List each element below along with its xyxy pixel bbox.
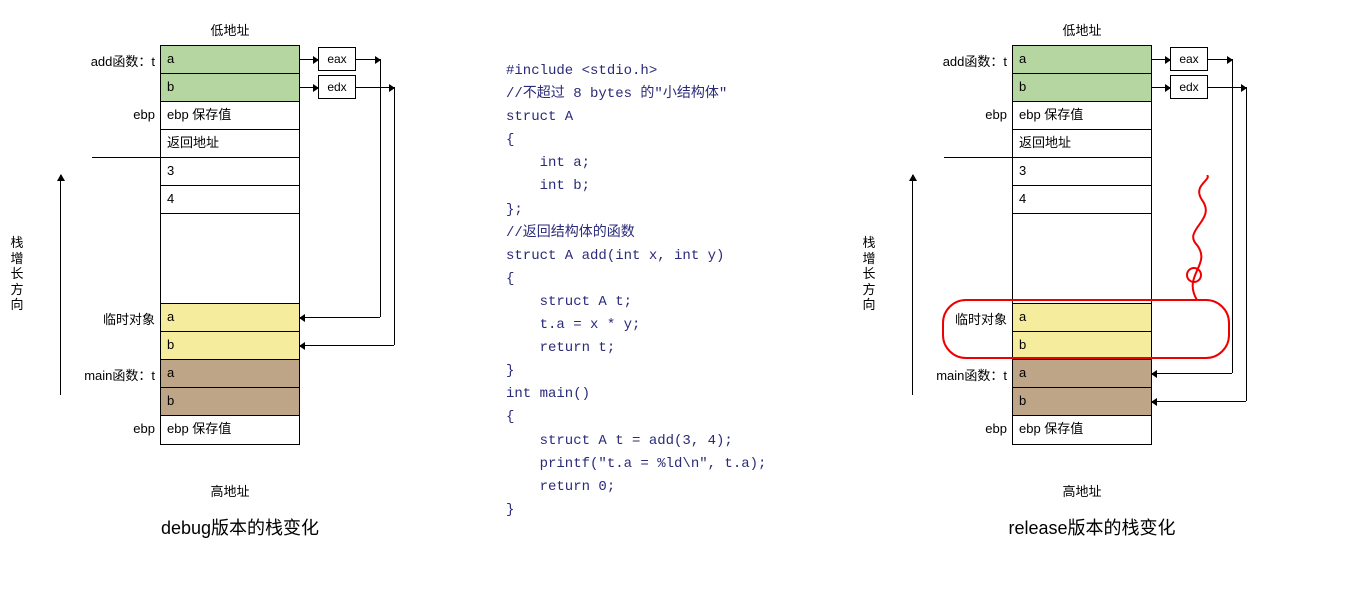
line-eax-top [356, 59, 380, 60]
arrow-edx-main-b [1152, 401, 1246, 402]
cell-temp-a: a [161, 304, 299, 332]
growth-arrow [60, 175, 61, 395]
reg-eax: eax [318, 47, 356, 71]
reg-edx: edx [318, 75, 356, 99]
line-edx-top-r [1208, 87, 1246, 88]
cell-temp-a-r: a [1013, 304, 1151, 332]
cell-main-ebp-r: ebp 保存值 [1013, 416, 1151, 444]
label-ebp2-r: ebp [985, 421, 1007, 436]
line-eax-down [380, 59, 381, 317]
frame-divider [92, 157, 160, 158]
line-eax-down-r [1232, 59, 1233, 373]
cell-main-a: a [161, 360, 299, 388]
low-addr-label: 低地址 [160, 20, 300, 39]
line-edx-top [356, 87, 394, 88]
cell-ebp-saved-r: ebp 保存值 [1013, 102, 1151, 130]
arrow-eax-main-a [1152, 373, 1232, 374]
arrow-a-eax [300, 59, 318, 60]
line-eax-top-r [1208, 59, 1232, 60]
cell-main-a-r: a [1013, 360, 1151, 388]
stack-table-debug: a b ebp 保存值 返回地址 3 4 a b a b ebp 保存值 [160, 45, 300, 445]
cell-b-r: b [1013, 74, 1151, 102]
label-main-func-r: main函数：t [936, 365, 1007, 384]
cell-gap-r [1013, 214, 1151, 304]
stack-table-release: a b ebp 保存值 返回地址 3 4 a b a b ebp 保存值 [1012, 45, 1152, 445]
growth-label-r: 栈增长方向 [862, 235, 876, 313]
arrow-b-edx-r [1152, 87, 1170, 88]
label-add-func: add函数：t [91, 51, 155, 70]
reg-eax-r: eax [1170, 47, 1208, 71]
label-ebp-r: ebp [985, 107, 1007, 122]
cell-ret-addr: 返回地址 [161, 130, 299, 158]
cell-a-r: a [1013, 46, 1151, 74]
arrow-a-eax-r [1152, 59, 1170, 60]
red-scribble-icon [1162, 175, 1232, 305]
cell-four-r: 4 [1013, 186, 1151, 214]
high-addr-label-r: 高地址 [1012, 481, 1152, 500]
debug-stack-diagram: 低地址 a b ebp 保存值 返回地址 3 4 a b a b ebp 保存值… [40, 20, 460, 540]
frame-divider-r [944, 157, 1012, 158]
label-ebp: ebp [133, 107, 155, 122]
cell-gap [161, 214, 299, 304]
growth-arrow-r [912, 175, 913, 395]
cell-main-ebp: ebp 保存值 [161, 416, 299, 444]
cell-a: a [161, 46, 299, 74]
low-addr-label-r: 低地址 [1012, 20, 1152, 39]
source-code: #include <stdio.h> //不超过 8 bytes 的"小结构体"… [506, 20, 846, 540]
label-add-func-r: add函数：t [943, 51, 1007, 70]
cell-ret-addr-r: 返回地址 [1013, 130, 1151, 158]
cell-temp-b-r: b [1013, 332, 1151, 360]
arrow-edx-temp-b [300, 345, 394, 346]
arrow-eax-temp-a [300, 317, 380, 318]
line-edx-down [394, 87, 395, 345]
cell-ebp-saved: ebp 保存值 [161, 102, 299, 130]
cell-b: b [161, 74, 299, 102]
cell-main-b: b [161, 388, 299, 416]
arrow-b-edx [300, 87, 318, 88]
label-ebp2: ebp [133, 421, 155, 436]
cell-temp-b: b [161, 332, 299, 360]
caption-release: release版本的栈变化 [962, 514, 1222, 540]
label-temp-obj: 临时对象 [103, 309, 155, 328]
line-edx-down-r [1246, 87, 1247, 401]
cell-three-r: 3 [1013, 158, 1151, 186]
reg-edx-r: edx [1170, 75, 1208, 99]
cell-three: 3 [161, 158, 299, 186]
label-main-func: main函数：t [84, 365, 155, 384]
cell-main-b-r: b [1013, 388, 1151, 416]
growth-label: 栈增长方向 [10, 235, 24, 313]
high-addr-label: 高地址 [160, 481, 300, 500]
release-stack-diagram: 低地址 a b ebp 保存值 返回地址 3 4 a b a b ebp 保存值… [892, 20, 1312, 540]
caption-debug: debug版本的栈变化 [110, 514, 370, 540]
label-temp-obj-r: 临时对象 [955, 309, 1007, 328]
cell-four: 4 [161, 186, 299, 214]
